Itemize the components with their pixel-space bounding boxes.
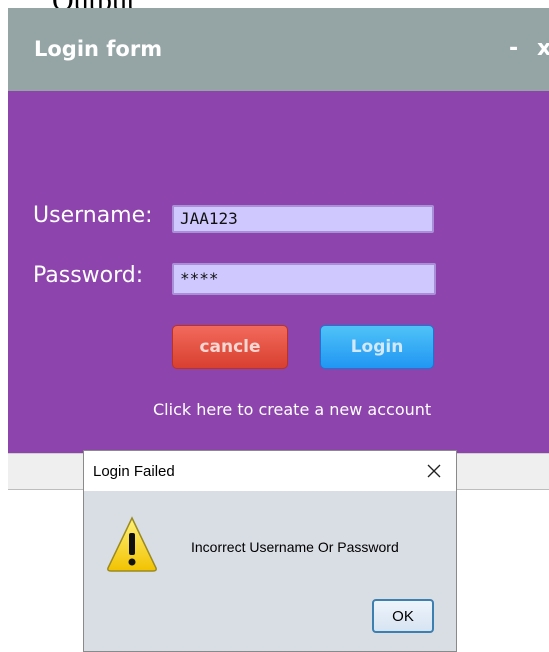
dialog-title: Login Failed: [93, 463, 175, 480]
login-failed-dialog: Login Failed Incorrect Username Or Passw…: [83, 450, 457, 652]
window-titlebar: Login form - x: [8, 8, 549, 91]
username-label: Username:: [33, 203, 153, 228]
minimize-button[interactable]: -: [509, 36, 518, 61]
cancel-button[interactable]: cancle: [172, 325, 288, 369]
username-field[interactable]: JAA123: [172, 205, 434, 233]
dialog-titlebar: Login Failed: [84, 451, 456, 491]
create-account-link[interactable]: Click here to create a new account: [153, 400, 431, 419]
dialog-close-button[interactable]: [419, 456, 449, 486]
close-icon: [427, 464, 441, 478]
dialog-message: Incorrect Username Or Password: [191, 539, 399, 555]
close-button[interactable]: x: [537, 36, 549, 61]
warning-icon: [107, 516, 157, 572]
login-window: Login form - x Username: JAA123 Password…: [8, 8, 549, 453]
login-form: Username: JAA123 Password: **** cancle L…: [8, 91, 549, 453]
ok-button[interactable]: OK: [372, 599, 434, 633]
password-label: Password:: [33, 263, 144, 288]
password-field[interactable]: ****: [172, 263, 436, 295]
login-button[interactable]: Login: [320, 325, 434, 369]
window-title: Login form: [34, 37, 163, 61]
